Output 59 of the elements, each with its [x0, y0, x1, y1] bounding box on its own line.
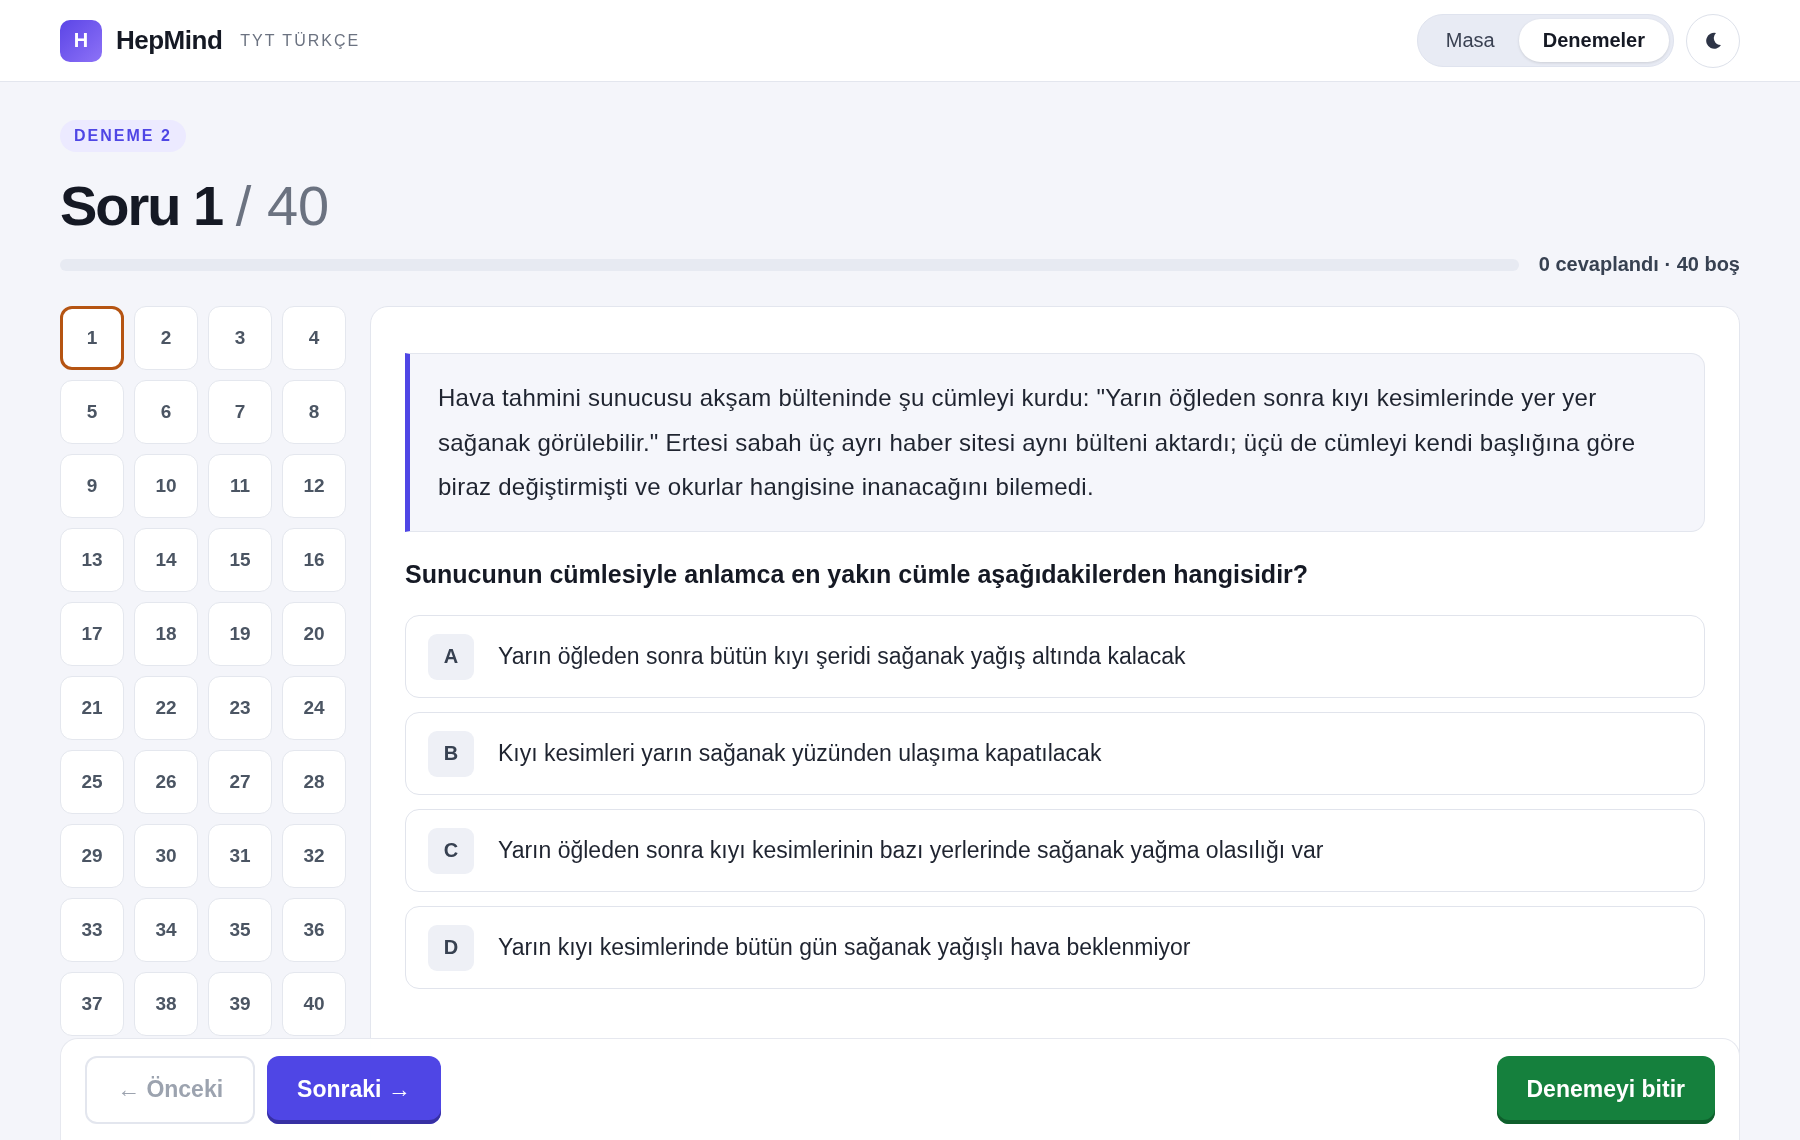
answer-option[interactable]: D Yarın kıyı kesimlerinde bütün gün sağanak yağışlı hava beklenmiyor [405, 906, 1705, 990]
question-number-button[interactable]: 27 [208, 750, 272, 815]
course-label: TYT TÜRKÇE [240, 31, 361, 50]
passage-text: Hava tahmini sunucusu akşam bülteninde şu cümleyi kurdu: "Yarın öğleden sonra kıyı kesimlerinde yer yer sağanak görülebilir." Ertesi sabah üç ayrı haber sitesi aynı bülteni aktardı; üçü de cümleyi kendi başlığına göre biraz değiştirmişti ve okurlar hangisine inanacağını bilemedi. [405, 353, 1705, 533]
question-number-button[interactable]: 30 [134, 824, 198, 889]
brand-name: HepMind [116, 25, 223, 56]
question-number-button[interactable]: 35 [208, 898, 272, 963]
nav-tab[interactable]: Masa [1421, 19, 1519, 62]
question-number-button[interactable]: 33 [60, 898, 124, 963]
question-number-button[interactable]: 21 [60, 676, 124, 741]
answer-option[interactable]: B Kıyı kesimleri yarın sağanak yüzünden ulaşıma kapatılacak [405, 712, 1705, 796]
question-number-button[interactable]: 39 [208, 972, 272, 1037]
question-number-button[interactable]: 38 [134, 972, 198, 1037]
question-number-button[interactable]: 28 [282, 750, 346, 815]
question-number-button[interactable]: 1 [60, 306, 124, 371]
question-number-button[interactable]: 26 [134, 750, 198, 815]
question-number-button[interactable]: 29 [60, 824, 124, 889]
question-number-button[interactable]: 11 [208, 454, 272, 519]
question-number-button[interactable]: 4 [282, 306, 346, 371]
answer-option[interactable]: C Yarın öğleden sonra kıyı kesimlerinin bazı yerlerinde sağanak yağma olasılığı var [405, 809, 1705, 893]
question-number-button[interactable]: 2 [134, 306, 198, 371]
question-number-button[interactable]: 9 [60, 454, 124, 519]
question-number-button[interactable]: 5 [60, 380, 124, 445]
question-number-button[interactable]: 12 [282, 454, 346, 519]
question-number-button[interactable]: 31 [208, 824, 272, 889]
exam-badge: DENEME 2 [60, 120, 186, 152]
question-number-button[interactable]: 37 [60, 972, 124, 1037]
question-prompt: Sunucunun cümlesiyle anlamca en yakın cümle aşağıdakilerden hangisidir? [405, 560, 1310, 590]
question-total: / 40 [235, 174, 330, 237]
question-number-button[interactable]: 25 [60, 750, 124, 815]
question-number-button[interactable]: 13 [60, 528, 124, 593]
nav-tab[interactable]: Denemeler [1518, 19, 1669, 62]
question-number-button[interactable]: 8 [282, 380, 346, 445]
question-number-button[interactable]: 14 [134, 528, 198, 593]
question-number-button[interactable]: 6 [134, 380, 198, 445]
finish-exam-button[interactable]: Denemeyi bitir [1496, 1055, 1715, 1124]
question-number-button[interactable]: 3 [208, 306, 272, 371]
question-number-button[interactable]: 23 [208, 676, 272, 741]
question-title: Soru 1 [60, 174, 223, 237]
question-number-button[interactable]: 34 [134, 898, 198, 963]
answer-option[interactable]: A Yarın öğleden sonra bütün kıyı şeridi sağanak yağış altında kalacak [405, 615, 1705, 699]
question-number-button[interactable]: 22 [134, 676, 198, 741]
moon-icon [1703, 30, 1723, 51]
theme-toggle-button[interactable] [1686, 13, 1740, 68]
question-number-button[interactable]: 32 [282, 824, 346, 889]
question-number-button[interactable]: 17 [60, 602, 124, 667]
question-number-button[interactable]: 16 [282, 528, 346, 593]
progress-summary: 0 cevaplandı · 40 boş [1538, 253, 1740, 277]
question-number-button[interactable]: 40 [282, 972, 346, 1037]
logo-icon: H [60, 19, 102, 62]
question-number-button[interactable]: 15 [208, 528, 272, 593]
question-number-button[interactable]: 24 [282, 676, 346, 741]
question-number-button[interactable]: 36 [282, 898, 346, 963]
question-number-button[interactable]: 7 [208, 380, 272, 445]
next-button[interactable]: Sonraki → [267, 1055, 441, 1124]
question-number-button[interactable]: 19 [208, 602, 272, 667]
question-number-button[interactable]: 10 [134, 454, 198, 519]
question-number-button[interactable]: 20 [282, 602, 346, 667]
question-number-button[interactable]: 18 [134, 602, 198, 667]
